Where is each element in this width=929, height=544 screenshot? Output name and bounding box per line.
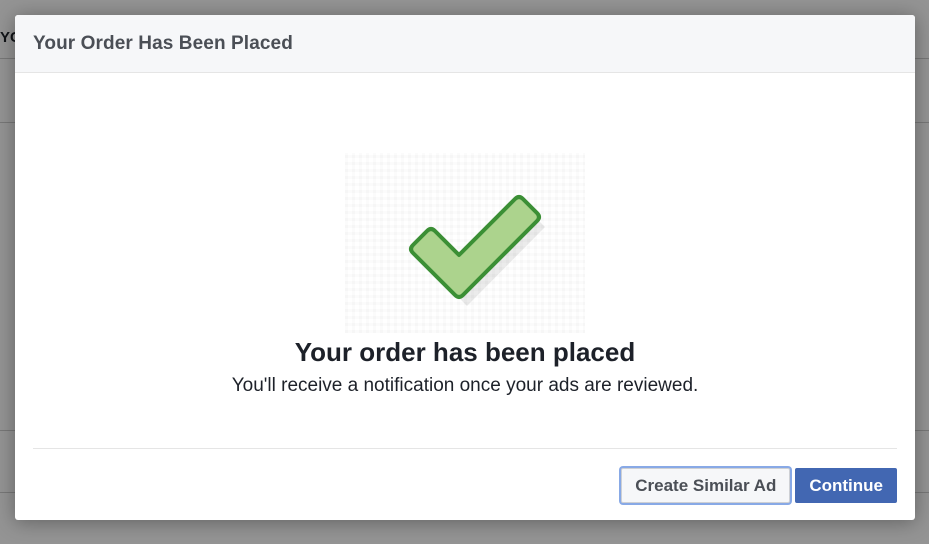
create-similar-ad-button[interactable]: Create Similar Ad [621, 468, 791, 503]
continue-button[interactable]: Continue [795, 468, 897, 503]
dialog-footer: Create Similar Ad Continue [621, 468, 897, 503]
dialog-header: Your Order Has Been Placed [15, 15, 915, 73]
dialog-title: Your Order Has Been Placed [33, 32, 293, 54]
success-subtext: You'll receive a notification once your … [231, 375, 699, 396]
success-illustration [345, 153, 585, 333]
checkmark-icon [409, 195, 545, 306]
order-placed-dialog: Your Order Has Been Placed Your order ha… [15, 15, 915, 520]
dialog-body: Your order has been placed You'll receiv… [15, 73, 915, 448]
footer-divider [33, 448, 897, 449]
success-heading: Your order has been placed [294, 337, 636, 367]
